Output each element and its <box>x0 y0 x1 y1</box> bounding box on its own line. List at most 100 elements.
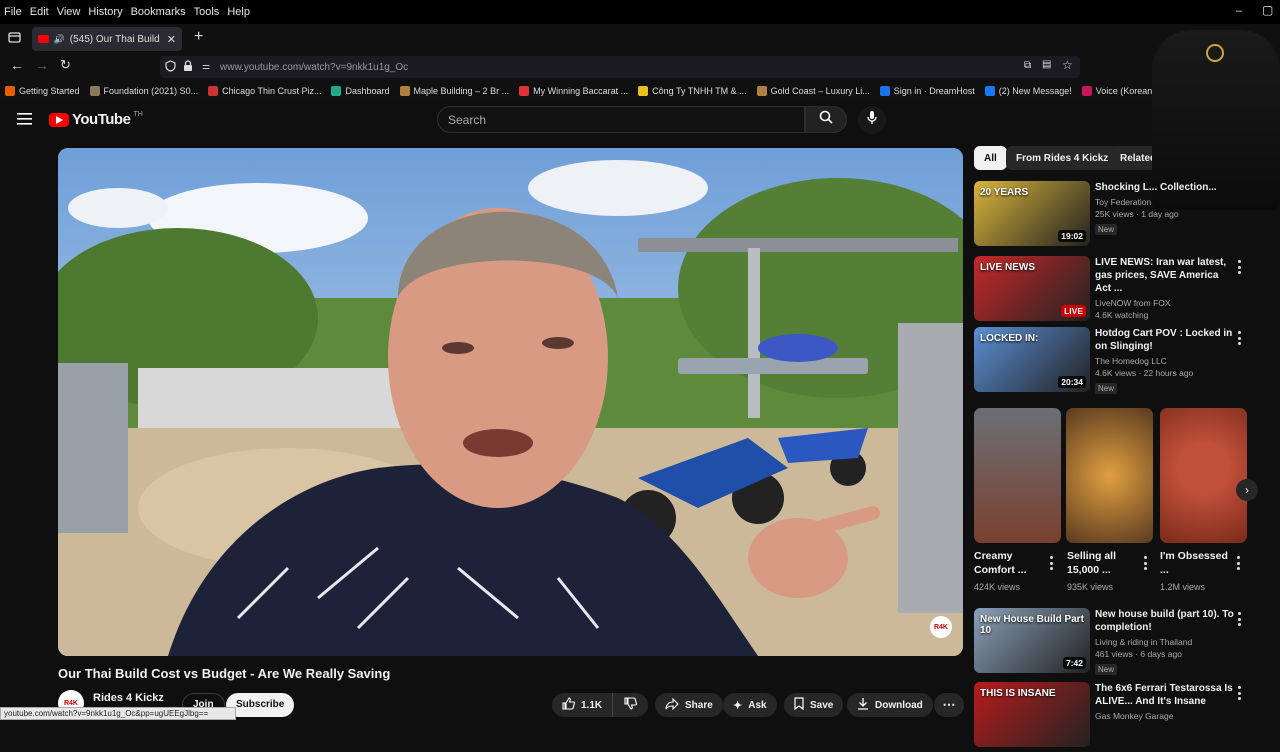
recommended-video[interactable]: New House Build Part 10 7:42 New house bui… <box>974 608 1244 678</box>
video-info: Hotdog Cart POV : Locked in on Slinging!… <box>1095 327 1235 396</box>
subscribe-button[interactable]: Subscribe <box>226 693 295 717</box>
bookmark-item[interactable]: Sign in · DreamHost <box>875 86 980 96</box>
url-bar[interactable]: ⚌ www.youtube.com/watch?v=9nkk1u1g_Oc ⧉ … <box>160 56 1080 78</box>
video-thumbnail[interactable]: 20 YEARS 19:02 <box>974 181 1090 246</box>
more-vertical-icon[interactable] <box>1233 556 1243 570</box>
new-tab-icon[interactable]: + <box>194 28 203 46</box>
short-title[interactable]: I'm Obsessed ... <box>1160 549 1230 577</box>
speaker-icon[interactable]: 🔊 <box>54 34 65 45</box>
more-horizontal-icon: ⋯ <box>942 697 956 712</box>
video-thumbnail[interactable]: LIVE NEWS LIVE <box>974 256 1090 321</box>
more-vertical-icon[interactable] <box>1234 260 1244 274</box>
search-button[interactable] <box>805 106 847 133</box>
chip-from-channel[interactable]: From Rides 4 Kickz <box>1006 146 1119 170</box>
minimize-icon[interactable]: – <box>1236 5 1242 17</box>
video-title[interactable]: Shocking L... Collection... <box>1095 181 1235 194</box>
tab-active[interactable]: 🔊 (545) Our Thai Build Cost vs ✕ <box>32 27 182 51</box>
bookmark-item[interactable]: Gold Coast – Luxury Li... <box>752 86 875 96</box>
live-badge: LIVE <box>1061 305 1086 317</box>
video-title[interactable]: LIVE NEWS: Iran war latest, gas prices, … <box>1095 256 1235 295</box>
channel-name[interactable]: The Homedog LLC <box>1095 356 1235 366</box>
permissions-icon[interactable]: ⚌ <box>202 61 210 72</box>
save-button[interactable]: Save <box>784 693 844 717</box>
menu-history[interactable]: History <box>84 6 126 18</box>
short-title[interactable]: Selling all 15,000 ... <box>1067 549 1137 577</box>
bookmark-item[interactable]: Foundation (2021) S0... <box>85 86 204 96</box>
reload-icon[interactable]: ↻ <box>60 57 71 73</box>
ask-button[interactable]: ✦ Ask <box>723 693 777 717</box>
recommended-video[interactable]: 20 YEARS 19:02 Shocking L... Collection...… <box>974 181 1244 251</box>
back-icon[interactable]: ← <box>10 57 24 73</box>
more-vertical-icon[interactable] <box>1234 686 1244 700</box>
reader-icon[interactable]: ▤ <box>1042 59 1051 70</box>
hamburger-menu-icon[interactable] <box>17 112 32 130</box>
short-thumbnail[interactable] <box>974 408 1061 543</box>
video-thumbnail[interactable]: LOCKED IN: 20:34 <box>974 327 1090 392</box>
voice-search-button[interactable] <box>858 106 886 134</box>
shield-icon[interactable] <box>165 60 176 75</box>
recommended-video[interactable]: LIVE NEWS LIVE LIVE NEWS: Iran war latest,… <box>974 256 1244 326</box>
bookmark-item[interactable]: Dashboard <box>326 86 394 96</box>
thumbnail-text: LIVE NEWS <box>980 262 1036 273</box>
tab-list-icon[interactable] <box>8 31 21 49</box>
more-vertical-icon[interactable] <box>1234 331 1244 345</box>
channel-name[interactable]: Living & riding in Thailand <box>1095 637 1235 647</box>
recommended-video[interactable]: THIS IS INSANE The 6x6 Ferrari Testarossa… <box>974 682 1244 752</box>
menu-file[interactable]: File <box>0 6 26 18</box>
video-title[interactable]: Hotdog Cart POV : Locked in on Slinging! <box>1095 327 1235 353</box>
forward-icon[interactable]: → <box>35 57 49 73</box>
close-icon[interactable]: ✕ <box>167 33 176 46</box>
short-thumbnail[interactable] <box>1066 408 1153 543</box>
video-title[interactable]: New house build (part 10). To completion… <box>1095 608 1235 634</box>
channel-name[interactable]: LiveNOW from FOX <box>1095 298 1235 308</box>
bookmark-item[interactable]: Getting Started <box>0 86 85 96</box>
share-icon <box>665 697 679 713</box>
like-button[interactable]: 1.1K <box>552 693 612 717</box>
video-player[interactable]: R4K <box>58 148 963 656</box>
channel-name[interactable]: Rides 4 Kickz <box>93 692 164 704</box>
more-vertical-icon[interactable] <box>1234 612 1244 626</box>
youtube-favicon-icon <box>38 35 49 43</box>
search-input[interactable]: Search <box>437 106 805 133</box>
translate-icon[interactable]: ⧉ <box>1024 60 1031 71</box>
youtube-logo[interactable]: YouTube TH <box>49 111 143 128</box>
dislike-button[interactable] <box>612 693 648 717</box>
save-label: Save <box>810 699 834 711</box>
bookmark-star-icon[interactable]: ☆ <box>1062 58 1073 72</box>
bookmark-item[interactable]: My Winning Baccarat ... <box>514 86 633 96</box>
menu-view[interactable]: View <box>53 6 85 18</box>
thumbnail-text: THIS IS INSANE <box>980 688 1056 699</box>
more-actions-button[interactable]: ⋯ <box>934 693 964 717</box>
youtube-play-icon <box>49 112 69 127</box>
channel-name[interactable]: Toy Federation <box>1095 197 1235 207</box>
maximize-icon[interactable]: ▢ <box>1262 3 1273 17</box>
short-thumbnail[interactable] <box>1160 408 1247 543</box>
bookmark-favicon-icon <box>331 86 342 96</box>
chair-logo-icon <box>1206 44 1224 62</box>
menu-help[interactable]: Help <box>223 6 254 18</box>
menu-edit[interactable]: Edit <box>26 6 53 18</box>
recommended-video[interactable]: LOCKED IN: 20:34 Hotdog Cart POV : Locked … <box>974 327 1244 397</box>
bookmark-item[interactable]: Công Ty TNHH TM & ... <box>633 86 752 96</box>
channel-watermark[interactable]: R4K <box>930 616 952 638</box>
short-title[interactable]: Creamy Comfort ... <box>974 549 1044 577</box>
download-button[interactable]: Download <box>847 693 933 717</box>
video-info: The 6x6 Ferrari Testarossa Is ALIVE... A… <box>1095 682 1235 721</box>
video-thumbnail[interactable]: New House Build Part 10 7:42 <box>974 608 1090 673</box>
video-title[interactable]: The 6x6 Ferrari Testarossa Is ALIVE... A… <box>1095 682 1235 708</box>
video-thumbnail[interactable]: THIS IS INSANE <box>974 682 1090 747</box>
lock-icon[interactable] <box>183 60 193 75</box>
chevron-right-icon[interactable]: › <box>1236 479 1258 501</box>
more-vertical-icon[interactable] <box>1046 556 1056 570</box>
bookmark-item[interactable]: Chicago Thin Crust Piz... <box>203 86 326 96</box>
thumbnail-text: New House Build Part 10 <box>980 614 1084 636</box>
bookmark-item[interactable]: Maple Building – 2 Br ... <box>395 86 515 96</box>
menu-tools[interactable]: Tools <box>190 6 224 18</box>
more-vertical-icon[interactable] <box>1140 556 1150 570</box>
share-button[interactable]: Share <box>655 693 723 717</box>
bookmark-label: (2) New Message! <box>998 86 1072 96</box>
menu-bookmarks[interactable]: Bookmarks <box>127 6 190 18</box>
download-icon <box>857 697 869 713</box>
chip-all[interactable]: All <box>974 146 1007 170</box>
bookmark-item[interactable]: (2) New Message! <box>980 86 1077 96</box>
